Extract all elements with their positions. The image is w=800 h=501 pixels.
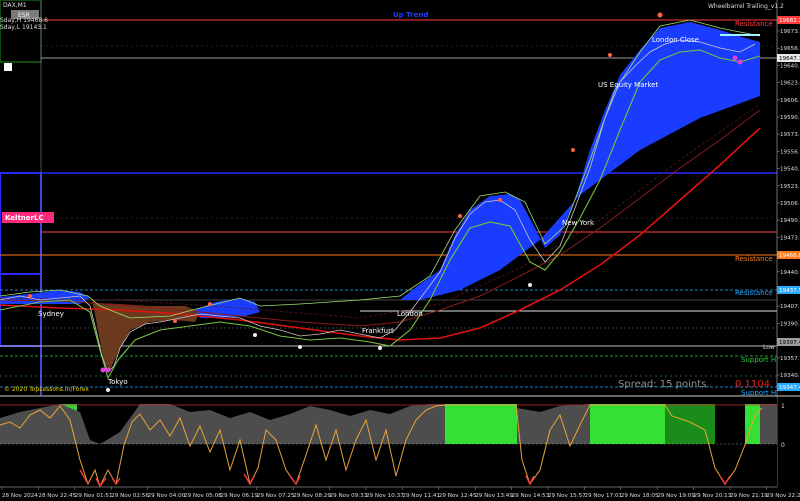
white-square [4, 63, 12, 71]
time-tick: 29 Nov 12:45 [439, 493, 477, 499]
time-tick: 29 Nov 11:41 [402, 493, 440, 499]
price-tick: 19606.5 [780, 98, 800, 104]
price-tick: 19440.0 [780, 270, 800, 276]
time-tick: 29 Nov 07:25 [257, 493, 295, 499]
price-tick: 19573.5 [780, 132, 800, 138]
time-tick: 29 Nov 21:19 [730, 493, 768, 499]
price-tick: 19590.0 [780, 115, 800, 121]
time-axis[interactable]: 28 Nov 2024 28 Nov 22:4529 Nov 01:5129 No… [1, 487, 800, 499]
time-tick: 29 Nov 20:13 [694, 493, 732, 499]
time-tick: 29 Nov 19:09 [657, 493, 695, 499]
price-tick: 19473.5 [780, 235, 800, 241]
time-tick: 29 Nov 10:37 [366, 493, 404, 499]
time-tick: 29 Nov 18:05 [621, 493, 659, 499]
session-label-frankfurt: Frankfurt [362, 327, 394, 335]
price-highlight-label: 19466.8 [779, 253, 800, 259]
price-tick: 19673.0 [780, 29, 800, 35]
price-tick: 19390.0 [780, 321, 800, 327]
time-tick: 29 Nov 15:57 [548, 493, 586, 499]
price-highlight-label: 19347.4 [779, 385, 800, 391]
time-tick: 28 Nov 22:45 [38, 493, 76, 499]
sub-axis: 1 0 [781, 403, 785, 449]
price-tick: 19623.5 [780, 81, 800, 87]
time-tick: 29 Nov 13:49 [475, 493, 513, 499]
symbol-timeframe: DAX,M1 [3, 2, 27, 9]
level-label-resistance-2: Resistance [735, 255, 773, 263]
time-tick: 29 Nov 22:23 [766, 493, 800, 499]
time-tick: 29 Nov 06:19 [220, 493, 258, 499]
trading-chart[interactable]: DAX,M1 ESR Sday,H 19468.6 Sday,L 19143.1… [0, 0, 800, 501]
price-tick: 19506.5 [780, 201, 800, 207]
time-tick: 29 Nov 04:00 [148, 493, 186, 499]
level-label-resistance-1: Resistance [735, 20, 773, 28]
price-tick: 19340.5 [780, 373, 800, 379]
session-label-tokyo: Tokyo [107, 378, 128, 386]
low-label: Low [763, 344, 775, 351]
price-tick: 19490.0 [780, 218, 800, 224]
price-tick: 19523.5 [780, 184, 800, 190]
price-tick: 19407.0 [780, 304, 800, 310]
price-highlight-label: 19647.1 [779, 56, 800, 62]
sub-axis-tick-1: 1 [781, 403, 785, 410]
session-label-london: London [397, 310, 423, 318]
level-label-support-1: Support H [741, 356, 776, 364]
time-tick: 29 Nov 08:29 [293, 493, 331, 499]
session-label-london-close: London Close [652, 36, 699, 44]
price-tick: 19656.5 [780, 46, 800, 52]
info-line-high: Sday,H 19468.6 [0, 17, 48, 24]
keltner-label: KeltnerLC [5, 214, 44, 222]
green-zone-3 [590, 404, 665, 444]
trend-label: Up Trend [393, 11, 428, 19]
time-tick: 29 Nov 02:56 [111, 493, 149, 499]
price-highlight-label: 19437.5 [779, 288, 800, 294]
copyright-text: © 2020 TopLessons.In/Forex [4, 386, 89, 393]
time-tick: 29 Nov 14:53 [512, 493, 550, 499]
session-label-new-york: New York [562, 219, 595, 227]
time-tick: 29 Nov 09:33 [330, 493, 368, 499]
time-tick: 29 Nov 17:01 [584, 493, 622, 499]
session-label-us-equity: US Equity Market [598, 81, 658, 89]
price-highlight-label: 19682.3 [779, 18, 800, 24]
price-axis[interactable]: 19673.0 19656.5 19640.0 19623.5 19606.5 19590… [776, 0, 800, 487]
time-tick: 28 Nov 2024 [2, 493, 38, 499]
oscillator-panel [0, 398, 777, 488]
indicator-title: Wheelbarrel Trailing_v1.2 [708, 3, 784, 10]
level-label-resistance-3: Resistance [735, 289, 773, 297]
spread-text: Spread: 15 points. [618, 379, 710, 390]
sub-axis-tick-0: 0 [781, 442, 785, 449]
info-line-low: Sday,L 19143.1 [0, 24, 47, 31]
time-tick: 29 Nov 05:08 [184, 493, 222, 499]
price-tick: 19357.0 [780, 356, 800, 362]
price-tick: 19556.5 [780, 149, 800, 155]
session-label-sydney: Sydney [38, 310, 64, 318]
green-zone-2 [445, 404, 517, 444]
time-tick: 29 Nov 01:51 [75, 493, 113, 499]
price-highlight-label: 19397.4 [779, 340, 800, 346]
price-tick: 19540.0 [780, 167, 800, 173]
price-tick: 19640.0 [780, 63, 800, 69]
